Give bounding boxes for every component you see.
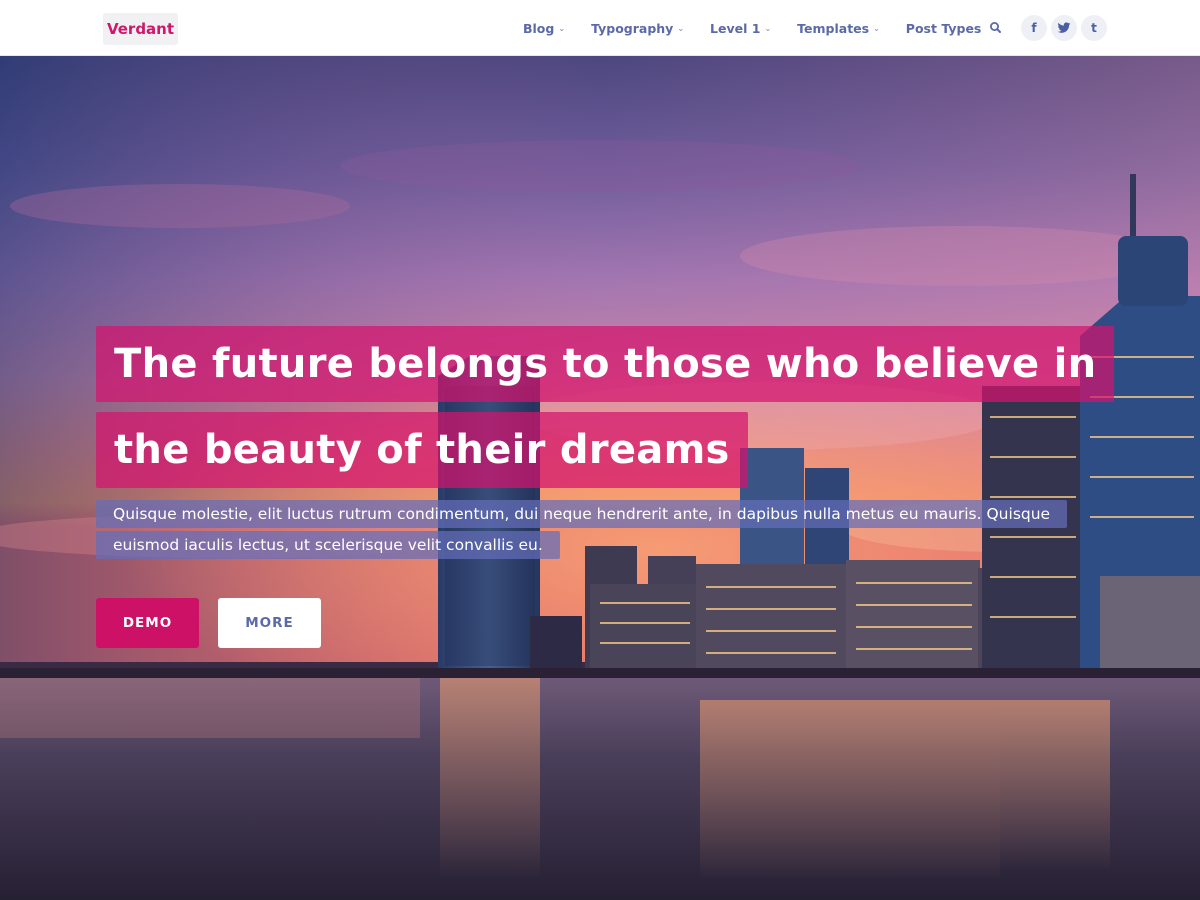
nav-item-label: Typography xyxy=(591,20,674,36)
nav-item-label: Templates xyxy=(797,20,870,36)
hero-headline-line-1: The future belongs to those who believe … xyxy=(96,326,1115,402)
main-nav: Blog ⌄ Typography ⌄ Level 1 ⌄ Templates … xyxy=(510,0,994,56)
nav-item-typography[interactable]: Typography ⌄ xyxy=(591,21,684,36)
site-header: Verdant Blog ⌄ Typography ⌄ Level 1 ⌄ Te… xyxy=(0,0,1200,56)
facebook-icon[interactable]: f xyxy=(1021,15,1047,41)
nav-item-label: Level 1 xyxy=(710,20,761,36)
site-logo[interactable]: Verdant xyxy=(103,13,178,45)
nav-item-label: Post Types xyxy=(905,20,982,36)
hero-body-line-1: Quisque molestie, elit luctus rutrum con… xyxy=(96,500,1068,528)
chevron-down-icon: ⌄ xyxy=(677,23,685,33)
hero-section: The future belongs to those who believe … xyxy=(0,56,1200,900)
tumblr-icon[interactable]: t xyxy=(1081,15,1107,41)
chevron-down-icon: ⌄ xyxy=(558,23,566,33)
chevron-down-icon: ⌄ xyxy=(764,23,772,33)
search-icon[interactable] xyxy=(987,19,1005,37)
more-button[interactable]: MORE xyxy=(218,598,321,648)
hero-body-line-2: euismod iaculis lectus, ut scelerisque v… xyxy=(96,531,560,559)
twitter-icon[interactable] xyxy=(1051,15,1077,41)
nav-item-level-1[interactable]: Level 1 ⌄ xyxy=(710,21,771,36)
nav-item-post-types[interactable]: Post Types xyxy=(906,21,982,36)
demo-button[interactable]: DEMO xyxy=(96,598,199,648)
nav-item-templates[interactable]: Templates ⌄ xyxy=(797,21,880,36)
chevron-down-icon: ⌄ xyxy=(873,23,880,33)
nav-item-blog[interactable]: Blog ⌄ xyxy=(523,21,565,36)
hero-headline-line-2: the beauty of their dreams xyxy=(96,412,748,488)
nav-item-label: Blog xyxy=(523,20,555,36)
